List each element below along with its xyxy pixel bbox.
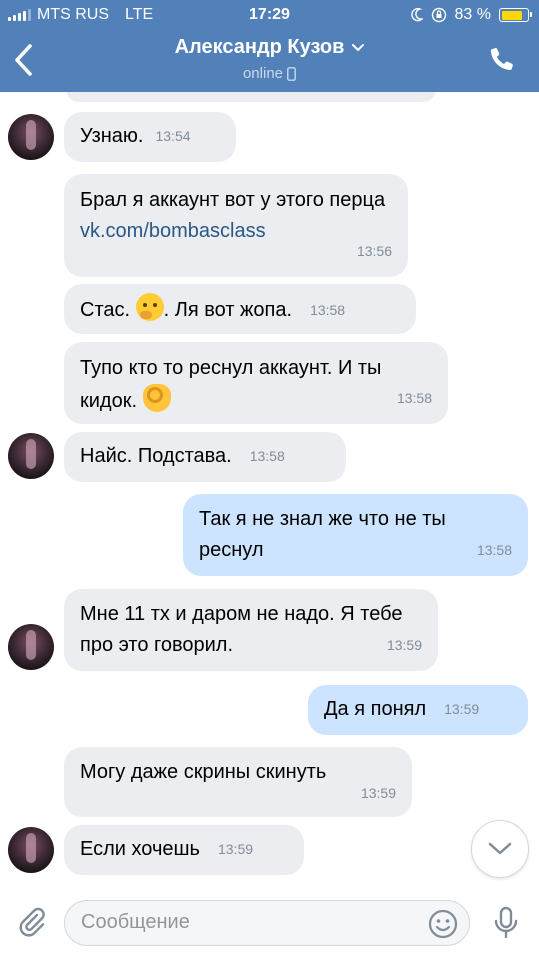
message-text: Могу даже скрины скинуть [80, 761, 327, 783]
message-bubble[interactable]: Тупо кто то реснул аккаунт. И ты кидок. … [64, 342, 448, 424]
battery-percent: 83 % [454, 6, 491, 23]
message-bubble[interactable]: Могу даже скрины скинуть 13:59 [64, 747, 412, 817]
contact-status: online [243, 65, 296, 82]
message-text: Найс. Подстава. [80, 445, 232, 467]
thinking-face-icon [135, 293, 164, 321]
smile-icon[interactable] [427, 908, 459, 940]
message-bubble[interactable]: Так я не знал же что не ты реснул 13:58 [183, 494, 528, 576]
message-bubble-partial [66, 92, 436, 102]
message-text: Узнаю. [80, 125, 144, 147]
compose-bar [0, 882, 539, 960]
message-time: 13:58 [310, 302, 346, 319]
ok-hand-icon [142, 384, 171, 412]
message-time: 13:58 [249, 448, 285, 465]
message-bubble[interactable]: Узнаю. 13:54 [64, 112, 236, 162]
message-time: 13:59 [444, 701, 480, 718]
message-bubble[interactable]: Да я понял 13:59 [308, 685, 528, 735]
message-time: 13:59 [217, 841, 254, 858]
status-bar: MTS RUS LTE 17:29 83 % [0, 0, 539, 30]
avatar[interactable] [8, 827, 54, 873]
battery-fill [501, 10, 523, 20]
message-time: 13:56 [356, 243, 392, 259]
contact-name: Александр Кузов [174, 36, 345, 58]
chat-header: MTS RUS LTE 17:29 83 % Александр Кузов o… [0, 0, 539, 92]
message-text: Брал я аккаунт вот у этого перца [80, 189, 391, 211]
contact-info[interactable]: Александр Кузов online [0, 36, 539, 83]
message-text: Если хочешь [80, 838, 200, 860]
battery-icon [499, 8, 532, 22]
message-time: 13:58 [476, 542, 512, 558]
message-time: 13:58 [396, 390, 432, 406]
moon-icon [410, 8, 423, 22]
phone-icon[interactable] [487, 45, 517, 75]
message-text: Так я не знал же что не ты реснул [199, 508, 452, 561]
message-bubble[interactable]: Найс. Подстава. 13:58 [64, 432, 346, 482]
message-text: Тупо кто то реснул аккаунт. И ты кидок. [80, 357, 387, 412]
chevron-down-icon [352, 43, 365, 51]
message-bubble[interactable]: Мне 11 тх и даром не надо. Я тебе про эт… [64, 589, 438, 671]
scroll-down-button[interactable] [471, 820, 529, 878]
message-field[interactable] [64, 900, 470, 946]
message-text: Стас. [80, 299, 136, 321]
online-label: online [242, 65, 284, 82]
avatar[interactable] [8, 624, 54, 670]
message-time: 13:59 [360, 785, 396, 801]
message-list[interactable]: Узнаю. 13:54 Брал я аккаунт вот у этого п… [0, 92, 539, 882]
message-time: 13:54 [155, 128, 191, 145]
message-text: Мне 11 тх и даром не надо. Я тебе про эт… [80, 603, 409, 656]
avatar[interactable] [8, 114, 54, 160]
contact-title[interactable]: Александр Кузов [175, 36, 365, 59]
orientation-lock-icon [431, 7, 446, 23]
mobile-icon [287, 66, 296, 81]
chevron-down-icon [488, 842, 512, 855]
message-link[interactable]: vk.com/bombasclass [80, 220, 266, 242]
message-input[interactable] [81, 911, 421, 934]
message-bubble[interactable]: Брал я аккаунт вот у этого перца vk.com/… [64, 174, 408, 277]
message-text: . Ля вот жопа. [163, 299, 293, 321]
message-bubble[interactable]: Если хочешь 13:59 [64, 825, 304, 875]
paperclip-icon[interactable] [16, 906, 48, 938]
microphone-icon[interactable] [493, 906, 519, 940]
message-bubble[interactable]: Стас. . Ля вот жопа. 13:58 [64, 284, 416, 334]
avatar[interactable] [8, 433, 54, 479]
message-time: 13:59 [386, 637, 422, 653]
message-text: Да я понял [324, 698, 427, 720]
status-right: 83 % [410, 6, 532, 24]
